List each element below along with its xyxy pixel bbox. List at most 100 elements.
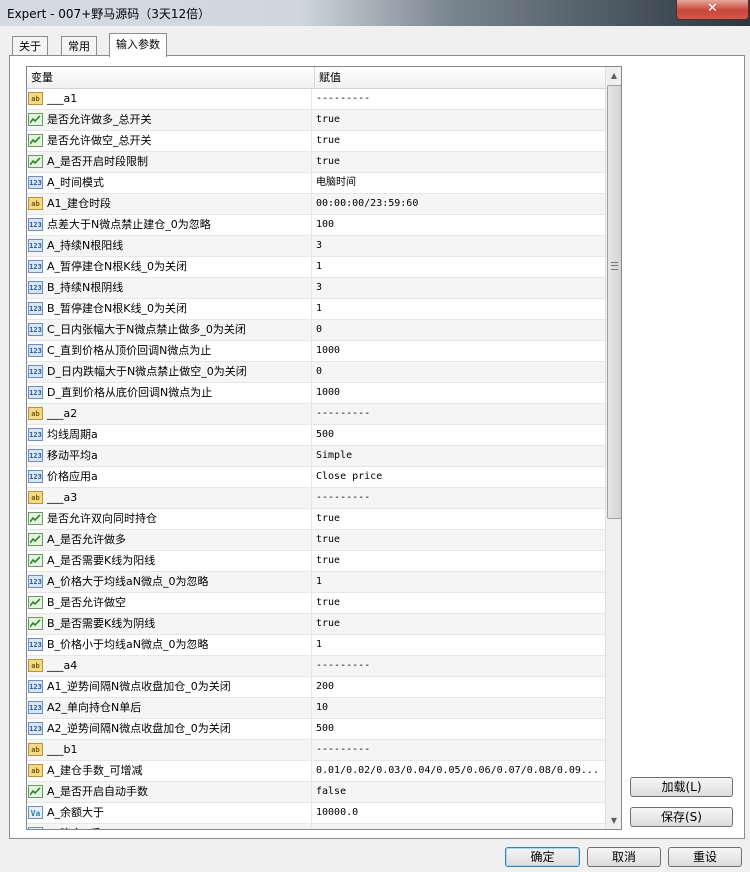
variable-value[interactable]: true bbox=[316, 110, 602, 130]
variable-value[interactable]: 1000 bbox=[316, 341, 602, 361]
integer-icon: 123 bbox=[28, 218, 43, 231]
variable-value[interactable]: true bbox=[316, 152, 602, 172]
table-row[interactable]: A_是否开启自动手数 false bbox=[27, 782, 605, 803]
reset-button[interactable]: 重设 bbox=[668, 847, 742, 867]
vertical-scrollbar[interactable]: ▲ ▼ bbox=[605, 67, 621, 829]
variable-value[interactable]: 10.0 bbox=[316, 824, 602, 829]
table-row[interactable]: 123 C_直到价格从顶价回调N微点为止 1000 bbox=[27, 341, 605, 362]
column-divider bbox=[311, 509, 312, 529]
variable-name: B_持续N根阴线 bbox=[47, 281, 124, 294]
variable-value[interactable]: false bbox=[316, 782, 602, 802]
column-header-variable[interactable]: 变量 bbox=[27, 67, 315, 88]
column-divider bbox=[311, 152, 312, 172]
scroll-thumb[interactable] bbox=[607, 85, 621, 519]
table-row[interactable]: ab A1_建仓时段 00:00:00/23:59:60 bbox=[27, 194, 605, 215]
table-row[interactable]: ab ___a2 --------- bbox=[27, 404, 605, 425]
variable-value[interactable]: true bbox=[316, 509, 602, 529]
variable-value[interactable]: --------- bbox=[316, 740, 602, 760]
table-row[interactable]: ab ___b1 --------- bbox=[27, 740, 605, 761]
variable-name: A1_逆势间隔N微点收盘加仓_0为关闭 bbox=[47, 680, 231, 693]
table-row[interactable]: 123 A_持续N根阳线 3 bbox=[27, 236, 605, 257]
variable-value[interactable]: 10000.0 bbox=[316, 803, 602, 823]
load-button[interactable]: 加载(L) bbox=[630, 777, 733, 797]
save-button[interactable]: 保存(S) bbox=[630, 807, 733, 827]
variable-value[interactable]: true bbox=[316, 614, 602, 634]
variable-value[interactable]: true bbox=[316, 131, 602, 151]
table-row[interactable]: 123 D_直到价格从底价回调N微点为止 1000 bbox=[27, 383, 605, 404]
variable-value[interactable]: --------- bbox=[316, 656, 602, 676]
variable-value[interactable]: 1 bbox=[316, 572, 602, 592]
table-row[interactable]: B_是否需要K线为阴线 true bbox=[27, 614, 605, 635]
variable-value[interactable]: 00:00:00/23:59:60 bbox=[316, 194, 602, 214]
tab-inputs[interactable]: 输入参数 bbox=[109, 33, 167, 57]
scroll-up-icon[interactable]: ▲ bbox=[606, 67, 621, 84]
table-row[interactable]: 123 A1_逆势间隔N微点收盘加仓_0为关闭 200 bbox=[27, 677, 605, 698]
table-row[interactable]: 123 A2_单向持仓N单后 10 bbox=[27, 698, 605, 719]
variable-name: A_是否允许做多 bbox=[47, 533, 127, 546]
table-row[interactable]: 123 A_暂停建仓N根K线_0为关闭 1 bbox=[27, 257, 605, 278]
variable-name: A_价格大于均线aN微点_0为忽略 bbox=[47, 575, 209, 588]
table-row[interactable]: 123 A_价格大于均线aN微点_0为忽略 1 bbox=[27, 572, 605, 593]
variable-value[interactable]: 1 bbox=[316, 257, 602, 277]
variable-value[interactable]: 10 bbox=[316, 698, 602, 718]
variable-value[interactable]: --------- bbox=[316, 404, 602, 424]
table-row[interactable]: ab A_建仓手数_可增减 0.01/0.02/0.03/0.04/0.05/0.0… bbox=[27, 761, 605, 782]
close-button[interactable]: ✕ bbox=[676, 0, 749, 20]
table-row[interactable]: 是否允许做空_总开关 true bbox=[27, 131, 605, 152]
variable-value[interactable]: 100 bbox=[316, 215, 602, 235]
variable-value[interactable]: --------- bbox=[316, 89, 602, 109]
table-row[interactable]: A_是否需要K线为阳线 true bbox=[27, 551, 605, 572]
scroll-down-icon[interactable]: ▼ bbox=[606, 812, 621, 829]
variable-value[interactable]: --------- bbox=[316, 488, 602, 508]
table-row[interactable]: 123 D_日内跌幅大于N微点禁止做空_0为关闭 0 bbox=[27, 362, 605, 383]
table-row[interactable]: ab ___a3 --------- bbox=[27, 488, 605, 509]
table-row[interactable]: A_是否允许做多 true bbox=[27, 530, 605, 551]
table-row[interactable]: Va A_余额大于 10000.0 bbox=[27, 803, 605, 824]
table-row[interactable]: 123 均线周期a 500 bbox=[27, 425, 605, 446]
variable-value[interactable]: true bbox=[316, 551, 602, 571]
variable-name: A_建仓手数_可增减 bbox=[47, 764, 143, 777]
ok-button[interactable]: 确定 bbox=[505, 847, 580, 867]
variable-value[interactable]: 0 bbox=[316, 320, 602, 340]
table-row[interactable]: 123 价格应用a Close price bbox=[27, 467, 605, 488]
table-row[interactable]: 123 B_持续N根阴线 3 bbox=[27, 278, 605, 299]
variable-value[interactable]: Simple bbox=[316, 446, 602, 466]
variable-value[interactable]: 500 bbox=[316, 425, 602, 445]
variable-value[interactable]: 500 bbox=[316, 719, 602, 739]
table-row[interactable]: 123 B_暂停建仓N根K线_0为关闭 1 bbox=[27, 299, 605, 320]
table-row[interactable]: A_是否开启时段限制 true bbox=[27, 152, 605, 173]
variable-value[interactable]: true bbox=[316, 593, 602, 613]
table-row[interactable]: 123 点差大于N微点禁止建仓_0为忽略 100 bbox=[27, 215, 605, 236]
table-row[interactable]: 是否允许做多_总开关 true bbox=[27, 110, 605, 131]
variable-value[interactable]: 1 bbox=[316, 299, 602, 319]
table-row[interactable]: Va A_建仓N手 10.0 bbox=[27, 824, 605, 829]
cancel-button[interactable]: 取消 bbox=[587, 847, 661, 867]
variable-value[interactable]: 200 bbox=[316, 677, 602, 697]
integer-icon: 123 bbox=[28, 260, 43, 273]
table-row[interactable]: 123 移动平均a Simple bbox=[27, 446, 605, 467]
variable-value[interactable]: Close price bbox=[316, 467, 602, 487]
table-row[interactable]: 123 C_日内张幅大于N微点禁止做多_0为关闭 0 bbox=[27, 320, 605, 341]
column-header-value[interactable]: 赋值 bbox=[315, 67, 604, 88]
tab-common[interactable]: 常用 bbox=[61, 36, 97, 56]
tab-about[interactable]: 关于 bbox=[12, 36, 48, 56]
variable-value[interactable]: 3 bbox=[316, 236, 602, 256]
boolean-icon bbox=[28, 155, 43, 168]
table-row[interactable]: 123 B_价格小于均线aN微点_0为忽略 1 bbox=[27, 635, 605, 656]
variable-value[interactable]: 3 bbox=[316, 278, 602, 298]
variable-value[interactable]: 1000 bbox=[316, 383, 602, 403]
variable-value[interactable]: 0 bbox=[316, 362, 602, 382]
table-row[interactable]: ab ___a1 --------- bbox=[27, 89, 605, 110]
table-row[interactable]: ab ___a4 --------- bbox=[27, 656, 605, 677]
variable-value[interactable]: 1 bbox=[316, 635, 602, 655]
table-row[interactable]: 123 A_时间模式 电脑时间 bbox=[27, 173, 605, 194]
column-divider bbox=[311, 719, 312, 739]
variable-value[interactable]: true bbox=[316, 530, 602, 550]
table-row[interactable]: 123 A2_逆势间隔N微点收盘加仓_0为关闭 500 bbox=[27, 719, 605, 740]
column-divider bbox=[311, 215, 312, 235]
table-row[interactable]: B_是否允许做空 true bbox=[27, 593, 605, 614]
integer-icon: 123 bbox=[28, 176, 43, 189]
table-row[interactable]: 是否允许双向同时持仓 true bbox=[27, 509, 605, 530]
variable-value[interactable]: 电脑时间 bbox=[316, 173, 602, 193]
variable-value[interactable]: 0.01/0.02/0.03/0.04/0.05/0.06/0.07/0.08/… bbox=[316, 761, 602, 781]
